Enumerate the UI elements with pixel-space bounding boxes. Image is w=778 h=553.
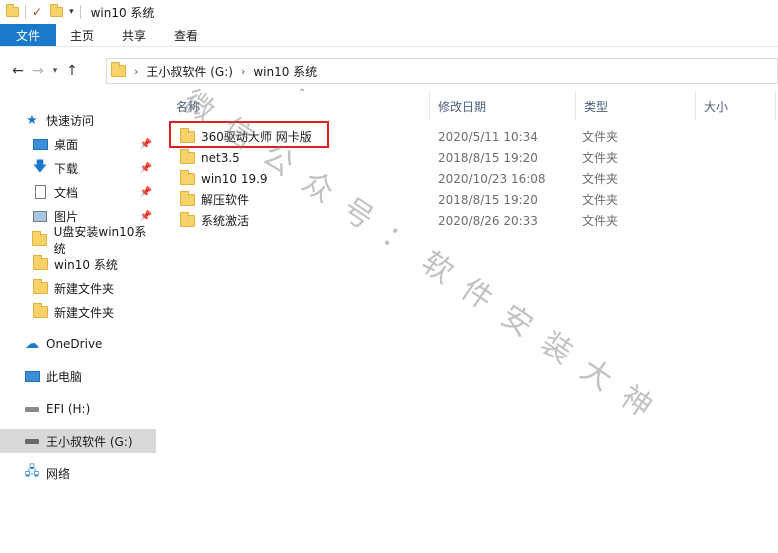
nav-quick-access[interactable]: ★ 快速访问 <box>0 108 156 132</box>
title-bar: ✓ ▾ win10 系统 <box>0 0 778 24</box>
star-icon: ★ <box>26 112 38 128</box>
file-row[interactable]: 解压软件 2018/8/15 19:20 文件夹 <box>172 189 692 210</box>
file-name: net3.5 <box>201 150 240 165</box>
navigation-pane: ★ 快速访问 桌面 📌 🡇 下载 📌 文档 📌 图片 📌 U盘安装win10系统… <box>0 92 160 553</box>
recent-locations-icon[interactable]: ▾ <box>48 59 62 83</box>
nav-documents[interactable]: 文档 📌 <box>0 180 156 204</box>
nav-folder-new-2[interactable]: 新建文件夹 <box>0 300 156 324</box>
file-date: 2018/8/15 19:20 <box>438 150 538 165</box>
nav-label: 图片 <box>54 209 79 224</box>
file-name: 解压软件 <box>201 193 250 207</box>
nav-label: 王小叔软件 (G:) <box>46 434 133 449</box>
folder-icon <box>32 255 48 272</box>
pin-icon[interactable]: 📌 <box>140 187 152 198</box>
folder-icon <box>180 148 195 164</box>
tab-share[interactable]: 共享 <box>108 24 160 46</box>
column-type[interactable]: 类型 <box>576 92 696 120</box>
nav-downloads[interactable]: 🡇 下载 📌 <box>0 156 156 180</box>
properties-icon[interactable]: ✓ <box>32 0 42 24</box>
column-name[interactable]: 名称 <box>168 92 430 120</box>
address-field[interactable]: › 王小叔软件 (G:) › win10 系统 <box>106 58 778 84</box>
back-icon[interactable]: ← <box>8 59 28 83</box>
nav-label: OneDrive <box>46 337 103 351</box>
divider <box>79 5 81 19</box>
file-row[interactable]: win10 19.9 2020/10/23 16:08 文件夹 <box>172 168 692 189</box>
nav-desktop[interactable]: 桌面 📌 <box>0 132 156 156</box>
pin-icon[interactable]: 📌 <box>140 211 152 222</box>
tab-file[interactable]: 文件 <box>0 24 57 46</box>
computer-icon <box>24 368 40 384</box>
file-name: 系统激活 <box>201 214 250 228</box>
file-date: 2018/8/15 19:20 <box>438 192 538 207</box>
drive-icon <box>24 401 40 417</box>
nav-this-pc[interactable]: 此电脑 <box>0 364 156 388</box>
network-icon: 🖧 <box>24 464 40 479</box>
nav-folder-win10[interactable]: win10 系统 <box>0 252 156 276</box>
column-header-row: ⌃ 名称 修改日期 类型 大小 <box>160 88 778 120</box>
pin-icon[interactable]: 📌 <box>140 139 152 150</box>
nav-label: 新建文件夹 <box>54 305 115 320</box>
window-title: win10 系统 <box>90 5 155 20</box>
nav-label: 网络 <box>46 466 71 481</box>
forward-icon[interactable]: → <box>28 59 48 83</box>
folder-icon <box>111 59 126 83</box>
file-type: 文件夹 <box>582 151 619 165</box>
file-date: 2020/8/26 20:33 <box>438 213 538 228</box>
folder-icon <box>6 0 19 24</box>
file-date: 2020/10/23 16:08 <box>438 171 546 186</box>
desktop-icon <box>32 136 48 152</box>
chevron-right-icon[interactable]: › <box>134 65 138 78</box>
file-row[interactable]: 系统激活 2020/8/26 20:33 文件夹 <box>172 210 692 231</box>
cloud-icon: ☁ <box>25 336 39 352</box>
nav-label: 桌面 <box>54 137 79 152</box>
column-date[interactable]: 修改日期 <box>430 92 576 120</box>
drive-icon <box>24 433 40 449</box>
folder-icon <box>180 211 195 227</box>
ribbon-tabs: 文件 主页 共享 查看 <box>0 24 778 47</box>
folder-icon <box>32 303 48 320</box>
nav-label: 快速访问 <box>46 113 95 128</box>
highlight-annotation <box>169 121 329 148</box>
folder-icon <box>180 190 195 206</box>
divider <box>25 5 26 19</box>
folder-icon <box>32 279 48 296</box>
breadcrumb-drive[interactable]: 王小叔软件 (G:) <box>146 63 233 80</box>
picture-icon <box>32 208 48 224</box>
nav-network[interactable]: 🖧 网络 <box>0 461 156 485</box>
file-type: 文件夹 <box>582 214 619 228</box>
new-folder-icon[interactable] <box>50 0 64 24</box>
address-toolbar: ← → ▾ ↑ › 王小叔软件 (G:) › win10 系统 <box>0 52 778 90</box>
up-icon[interactable]: ↑ <box>62 59 82 83</box>
nav-drive-g[interactable]: 王小叔软件 (G:) <box>0 429 156 453</box>
nav-folder-new-1[interactable]: 新建文件夹 <box>0 276 156 300</box>
quick-access-dropdown-icon[interactable]: ▾ <box>69 0 74 24</box>
nav-label: 新建文件夹 <box>54 281 115 296</box>
chevron-right-icon[interactable]: › <box>241 65 245 78</box>
document-icon <box>32 184 48 200</box>
download-icon: 🡇 <box>32 159 48 175</box>
tab-home[interactable]: 主页 <box>56 24 108 46</box>
nav-label: EFI (H:) <box>46 402 91 416</box>
file-type: 文件夹 <box>582 193 619 207</box>
file-date: 2020/5/11 10:34 <box>438 129 538 144</box>
file-name: win10 19.9 <box>201 171 268 186</box>
nav-label: 文档 <box>54 185 79 200</box>
nav-folder-usb-install[interactable]: U盘安装win10系统 <box>0 225 156 256</box>
nav-label: 此电脑 <box>46 369 83 384</box>
file-type: 文件夹 <box>582 172 619 186</box>
folder-icon <box>32 231 48 248</box>
pin-icon[interactable]: 📌 <box>140 163 152 174</box>
column-size[interactable]: 大小 <box>696 92 776 120</box>
nav-label: 下载 <box>54 161 79 176</box>
nav-onedrive[interactable]: ☁ OneDrive <box>0 332 156 356</box>
file-row[interactable]: net3.5 2018/8/15 19:20 文件夹 <box>172 147 692 168</box>
file-type: 文件夹 <box>582 130 619 144</box>
breadcrumb-folder[interactable]: win10 系统 <box>253 63 317 80</box>
nav-drive-efi[interactable]: EFI (H:) <box>0 397 156 421</box>
nav-label: win10 系统 <box>54 257 118 272</box>
folder-icon <box>180 169 195 185</box>
tab-view[interactable]: 查看 <box>160 24 212 46</box>
